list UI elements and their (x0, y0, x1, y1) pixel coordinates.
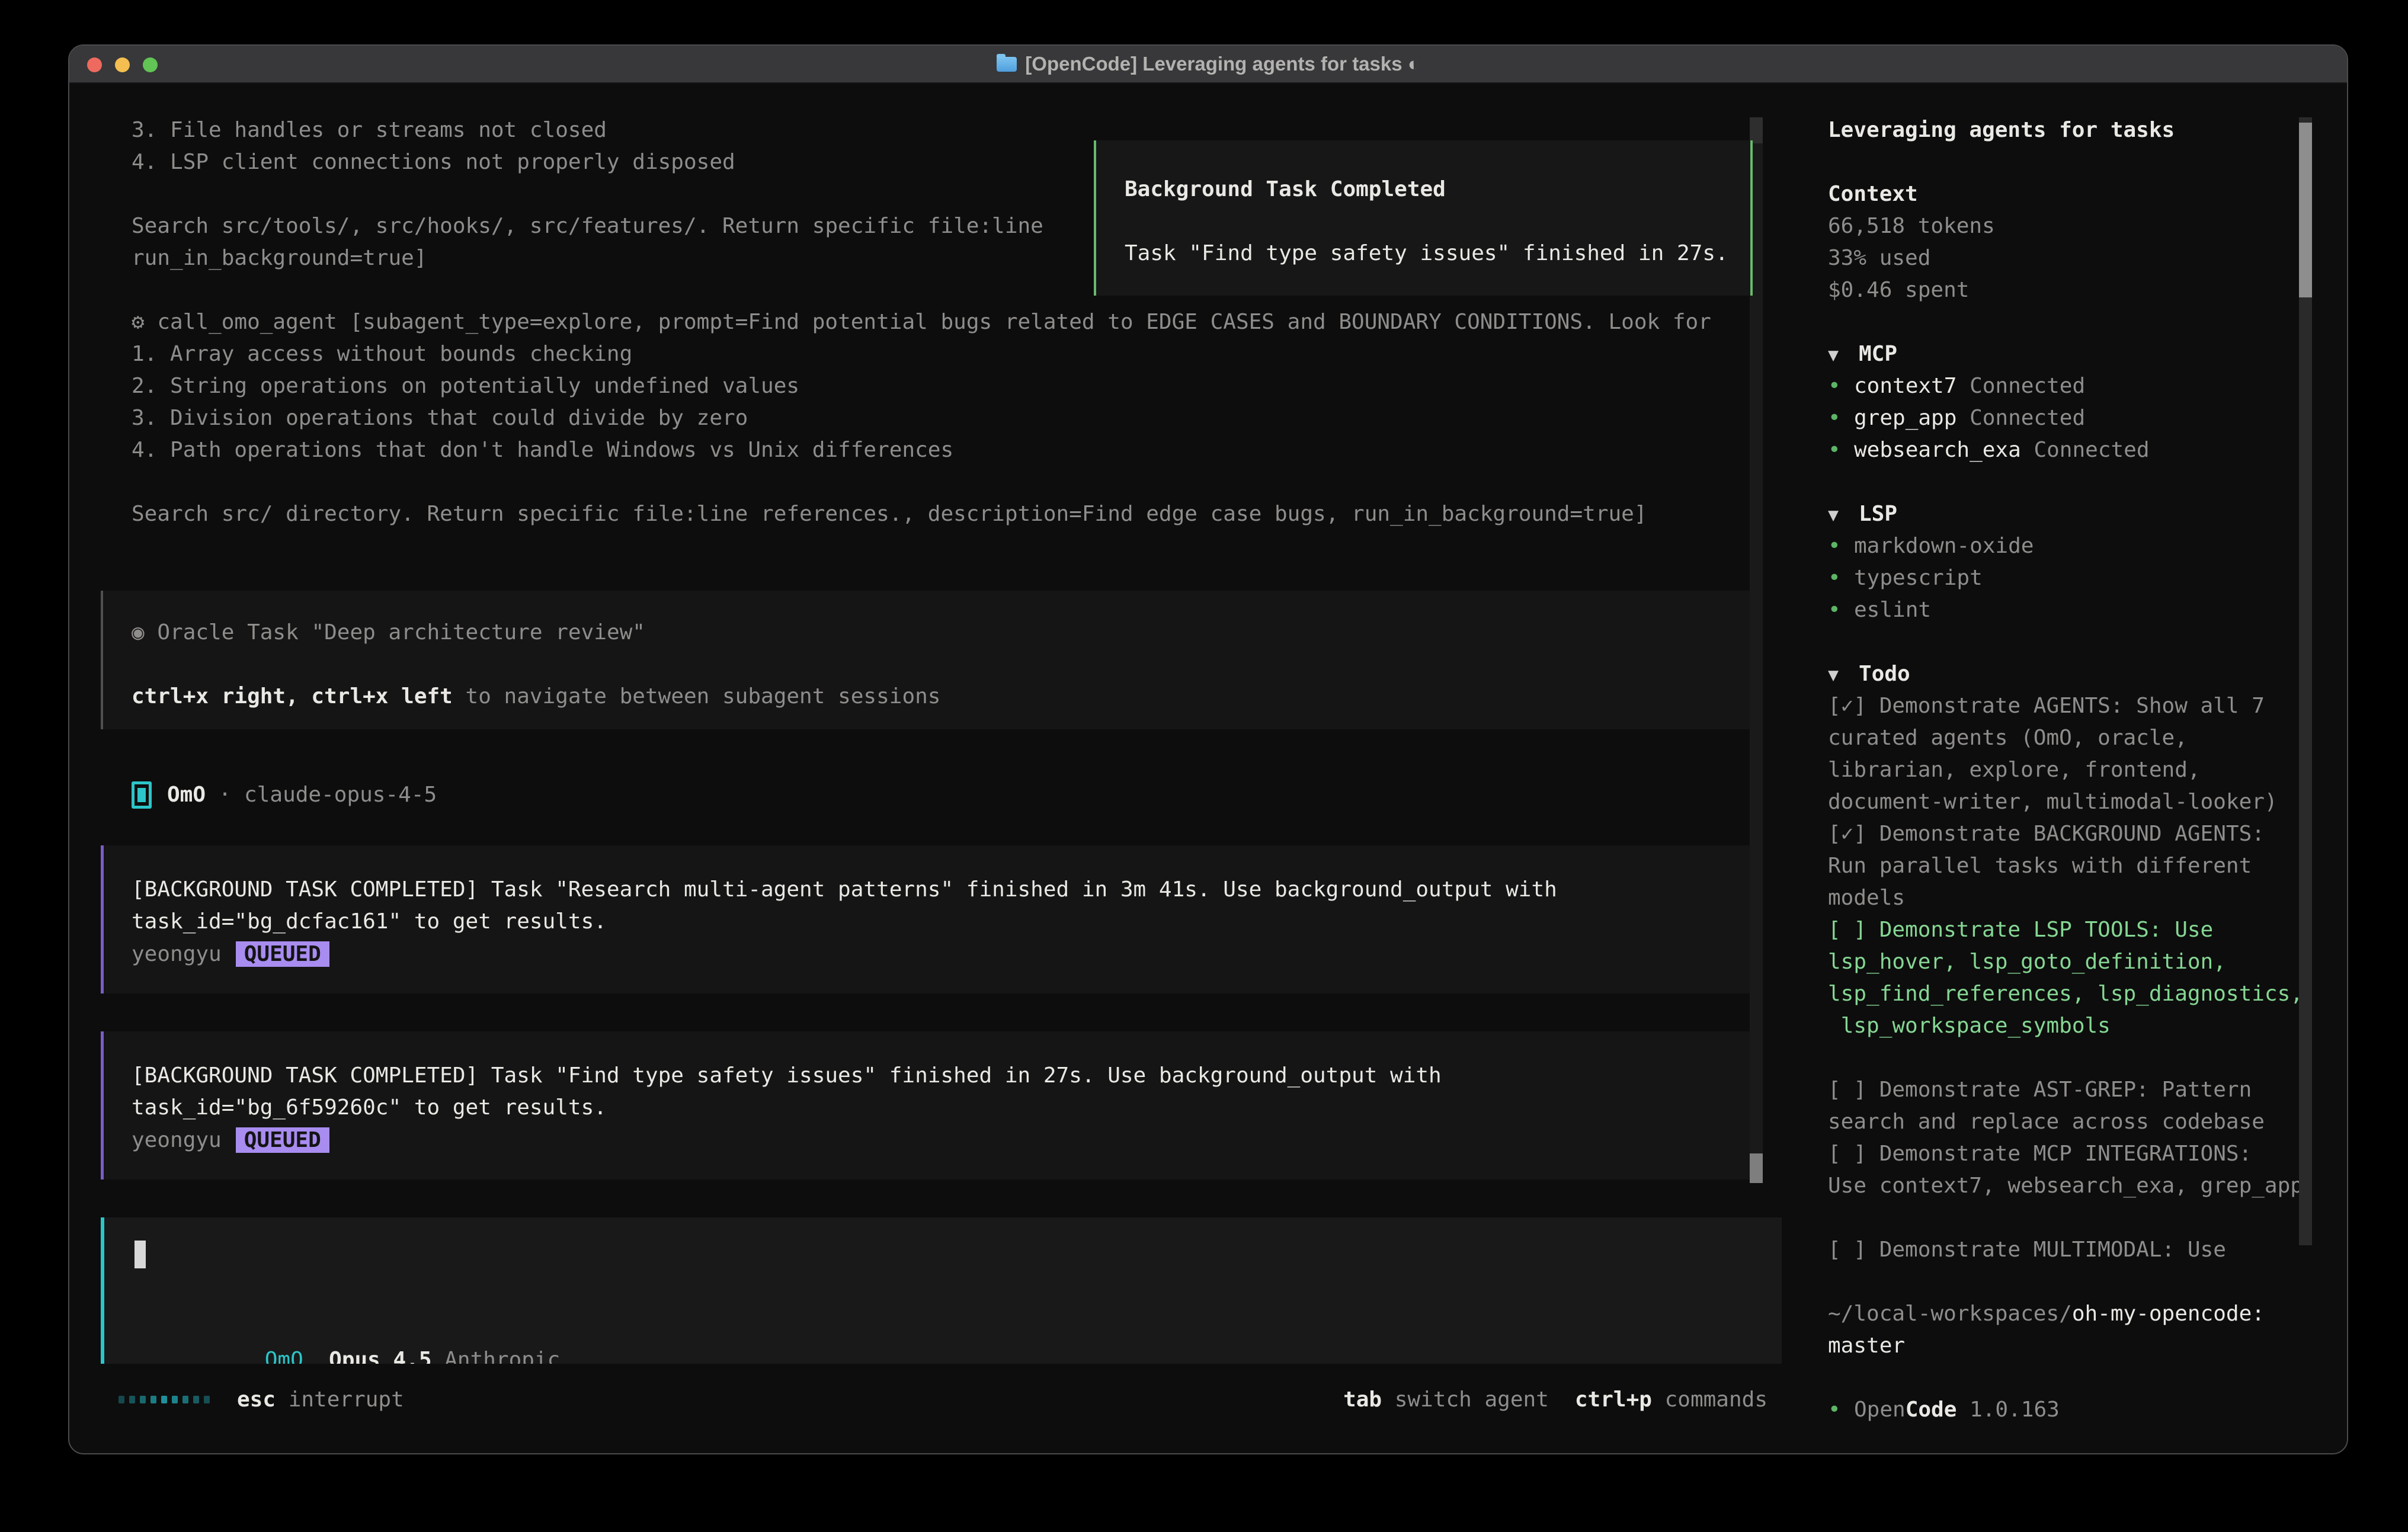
task-event-line: [BACKGROUND TASK COMPLETED] Task "Resear… (132, 874, 1751, 906)
record-icon: ◉ (132, 620, 145, 645)
notification-body: Task "Find type safety issues" finished … (1125, 238, 1750, 270)
todo-item: [ ] Demonstrate MULTIMODAL: Use (1828, 1234, 2320, 1266)
agent-model: · claude-opus-4-5 (206, 779, 437, 811)
chevron-down-icon: ▼ (1828, 339, 1859, 370)
workspace-path: ~/local-workspaces/oh-my-opencode:master (1828, 1298, 2320, 1362)
mcp-item: •context7 Connected (1828, 370, 2320, 402)
lsp-item: •eslint (1828, 594, 2320, 626)
queued-badge: QUEUED (236, 941, 329, 967)
todo-item: [ ] Demonstrate LSP TOOLS: Use lsp_hover… (1828, 914, 2320, 1042)
ctrlp-key-hint: ctrl+p (1575, 1387, 1652, 1412)
todo-item: [ ] Demonstrate MCP INTEGRATIONS: Use co… (1828, 1138, 2320, 1202)
background-task-event: [BACKGROUND TASK COMPLETED] Task "Find t… (101, 1031, 1751, 1180)
prompt-input[interactable]: OmO Opus 4.5 Anthropic (101, 1217, 1782, 1364)
zoom-button[interactable] (143, 57, 158, 72)
context-tokens: 66,518 tokens (1828, 210, 2320, 242)
version-line: •OpenCode 1.0.163 (1828, 1394, 2320, 1426)
context-header: Context (1828, 178, 2320, 210)
status-dot-icon: • (1828, 1394, 1854, 1426)
transcript-line: Search src/ directory. Return specific f… (101, 498, 1782, 530)
text-cursor (135, 1241, 146, 1268)
task-event-meta: yeongyu QUEUED (132, 1124, 1751, 1156)
traffic-lights (87, 46, 158, 84)
composer-model: Opus 4.5 (329, 1348, 431, 1364)
window-title: [OpenCode] Leveraging agents for tasks ◐ (1025, 53, 1419, 75)
status-dot-icon: • (1828, 562, 1854, 594)
composer-meta: OmO Opus 4.5 Anthropic (136, 1312, 560, 1344)
status-bar: esc interrupt tab switch agent ctrl+p co… (101, 1383, 1767, 1415)
user-name: yeongyu (132, 1128, 222, 1152)
status-dot-icon: • (1828, 594, 1854, 626)
sidebar-scrollbar[interactable] (2299, 117, 2312, 1245)
gear-icon: ⚙ (132, 310, 145, 334)
window-title-group: [OpenCode] Leveraging agents for tasks ◐ (997, 53, 1419, 75)
terminal-content: 3. File handles or streams not closed 4.… (69, 85, 2347, 1453)
status-dot-icon: • (1828, 434, 1854, 466)
transcript-line: 1. Array access without bounds checking (101, 338, 1782, 370)
lsp-section-header[interactable]: ▼LSP (1828, 498, 2320, 530)
task-event-meta: yeongyu QUEUED (132, 938, 1751, 970)
mcp-section-header[interactable]: ▼MCP (1828, 338, 2320, 370)
todo-item: [ ] Demonstrate AST-GREP: Pattern search… (1828, 1074, 2320, 1138)
mcp-item: •grep_app Connected (1828, 402, 2320, 434)
queued-badge: QUEUED (236, 1127, 329, 1153)
status-dot-icon: • (1828, 402, 1854, 434)
todo-item: [✓] Demonstrate BACKGROUND AGENTS: Run p… (1828, 818, 2320, 914)
lsp-item: •typescript (1828, 562, 2320, 594)
scrollbar-thumb[interactable] (1750, 1153, 1763, 1183)
status-dot-icon: • (1828, 530, 1854, 562)
todo-item: [✓] Demonstrate AGENTS: Show all 7 curat… (1828, 690, 2320, 818)
tab-key-hint: tab (1343, 1387, 1382, 1412)
folder-icon (997, 57, 1017, 72)
background-task-event: [BACKGROUND TASK COMPLETED] Task "Resear… (101, 845, 1751, 993)
minimize-button[interactable] (115, 57, 130, 72)
terminal-window: [OpenCode] Leveraging agents for tasks ◐… (68, 44, 2348, 1454)
chevron-down-icon: ▼ (1828, 659, 1859, 690)
oracle-hint: ctrl+x right, ctrl+x left to navigate be… (132, 681, 1751, 713)
tool-call-line: ⚙ call_omo_agent [subagent_type=explore,… (101, 306, 1782, 338)
context-spent: $0.46 spent (1828, 274, 2320, 306)
tool-call-text: call_omo_agent [subagent_type=explore, p… (145, 310, 1711, 334)
user-name: yeongyu (132, 942, 222, 966)
shortcut-keys: ctrl+x right, ctrl+x left (132, 684, 453, 709)
chevron-down-icon: ▼ (1828, 499, 1859, 530)
session-title: Leveraging agents for tasks (1828, 114, 2320, 146)
agent-header: OmO · claude-opus-4-5 (101, 779, 1782, 811)
transcript-line: 3. Division operations that could divide… (101, 402, 1782, 434)
agent-name: OmO (167, 779, 206, 811)
task-event-line: [BACKGROUND TASK COMPLETED] Task "Find t… (132, 1060, 1751, 1092)
spinner-icon (119, 1396, 210, 1403)
transcript-line: 2. String operations on potentially unde… (101, 370, 1782, 402)
composer-provider: Anthropic (444, 1348, 560, 1364)
chat-transcript: 3. File handles or streams not closed 4.… (101, 114, 1782, 1415)
scrollbar-thumb[interactable] (2299, 123, 2312, 297)
mcp-item: •websearch_exa Connected (1828, 434, 2320, 466)
session-sidebar: Leveraging agents for tasks Context 66,5… (1781, 85, 2347, 1453)
version-number: 1.0.163 (1956, 1398, 2059, 1422)
status-dot-icon: • (1828, 370, 1854, 402)
notification-title: Background Task Completed (1125, 174, 1750, 206)
lsp-item: •markdown-oxide (1828, 530, 2320, 562)
composer-agent: OmO (265, 1348, 303, 1364)
todo-section-header[interactable]: ▼Todo (1828, 658, 2320, 690)
oracle-task-title: ◉ Oracle Task "Deep architecture review" (132, 617, 1751, 649)
oracle-task-box: ◉ Oracle Task "Deep architecture review"… (101, 591, 1751, 729)
agent-icon (132, 781, 152, 809)
context-used: 33% used (1828, 242, 2320, 274)
git-branch: master (1828, 1334, 1905, 1358)
task-event-line: task_id="bg_dcfac161" to get results. (132, 906, 1751, 938)
esc-key-hint: esc (237, 1387, 276, 1412)
window-titlebar: [OpenCode] Leveraging agents for tasks ◐ (69, 46, 2347, 84)
scrollbar-segment (1750, 117, 1763, 143)
close-button[interactable] (87, 57, 102, 72)
background-task-notification: Background Task Completed Task "Find typ… (1094, 140, 1753, 296)
task-event-line: task_id="bg_6f59260c" to get results. (132, 1092, 1751, 1124)
transcript-line: 4. Path operations that don't handle Win… (101, 434, 1782, 466)
